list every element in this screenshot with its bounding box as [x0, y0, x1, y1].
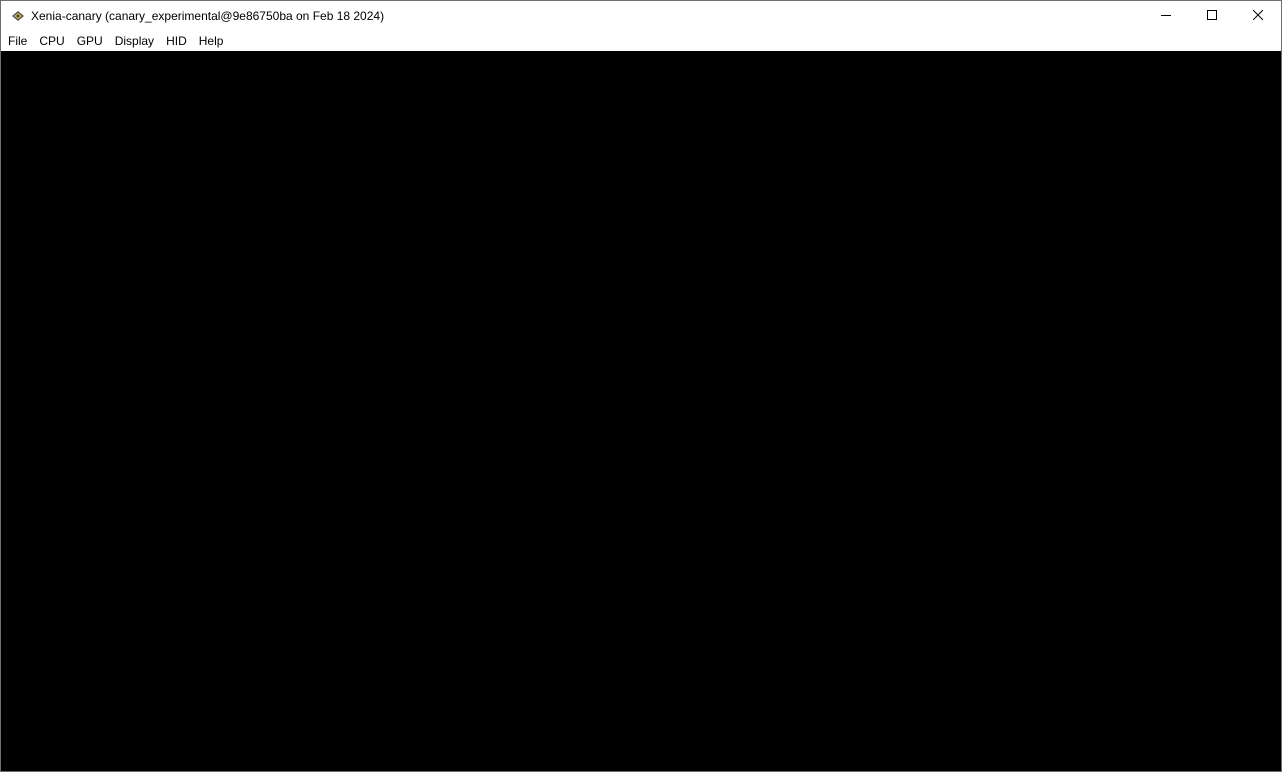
title-bar[interactable]: Xenia-canary (canary_experimental@9e8675…: [1, 1, 1281, 31]
minimize-icon: [1161, 7, 1171, 25]
menu-cpu[interactable]: CPU: [33, 31, 70, 51]
app-window: Xenia-canary (canary_experimental@9e8675…: [0, 0, 1282, 772]
maximize-button[interactable]: [1189, 1, 1235, 31]
window-controls: [1143, 1, 1281, 31]
close-icon: [1252, 7, 1264, 25]
menu-file[interactable]: File: [2, 31, 33, 51]
menu-bar: File CPU GPU Display HID Help: [1, 31, 1281, 51]
close-button[interactable]: [1235, 1, 1281, 31]
minimize-button[interactable]: [1143, 1, 1189, 31]
menu-gpu[interactable]: GPU: [71, 31, 109, 51]
window-title: Xenia-canary (canary_experimental@9e8675…: [31, 9, 385, 23]
menu-help[interactable]: Help: [193, 31, 230, 51]
xenia-app-icon[interactable]: [10, 8, 26, 24]
render-viewport[interactable]: [1, 51, 1281, 771]
menu-display[interactable]: Display: [109, 31, 160, 51]
maximize-icon: [1207, 7, 1217, 25]
menu-hid[interactable]: HID: [160, 31, 193, 51]
